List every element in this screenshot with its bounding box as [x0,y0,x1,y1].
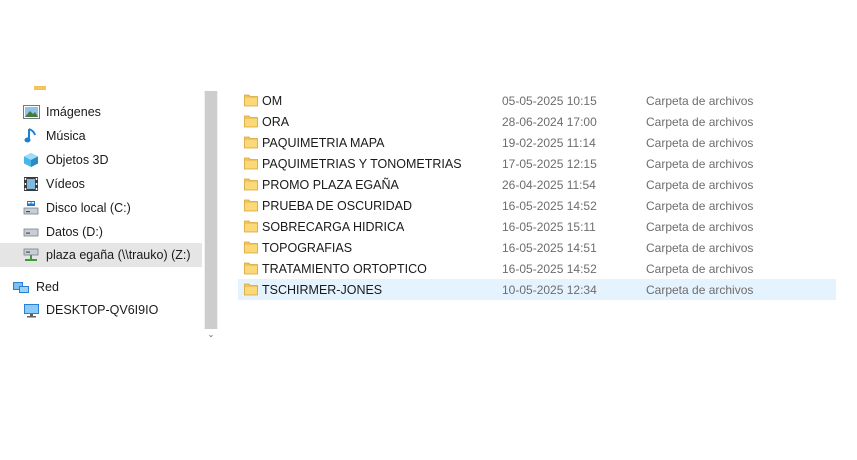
file-date: 16-05-2025 14:52 [502,198,597,213]
nav-scrollbar-thumb[interactable] [205,91,217,329]
file-row[interactable]: TRATAMIENTO ORTOPTICO 16-05-2025 14:52 C… [238,258,836,279]
navigation-pane: Imágenes Música Objetos 3D Vídeos Disco … [0,78,220,338]
nav-item-music[interactable]: Música [22,124,202,148]
nav-item-label: Datos (D:) [46,225,103,239]
music-icon [22,128,40,144]
file-type: Carpeta de archivos [646,135,754,150]
network-drive-icon [22,247,40,263]
folder-icon [244,115,258,128]
file-name: PAQUIMETRIAS Y TONOMETRIAS [262,156,462,171]
file-row[interactable]: SOBRECARGA HIDRICA 16-05-2025 15:11 Carp… [238,216,836,237]
nav-item-pictures[interactable]: Imágenes [22,100,202,124]
folder-icon [244,94,258,107]
file-type: Carpeta de archivos [646,156,754,171]
file-row[interactable]: OM 05-05-2025 10:15 Carpeta de archivos [238,90,836,111]
file-date: 16-05-2025 14:51 [502,240,597,255]
file-date: 26-04-2025 11:54 [502,177,596,192]
drive-icon [22,224,40,240]
file-date: 05-05-2025 10:15 [502,93,597,108]
file-date: 17-05-2025 12:15 [502,156,597,171]
file-date: 16-05-2025 14:52 [502,261,597,276]
file-name: TRATAMIENTO ORTOPTICO [262,261,427,276]
file-row[interactable]: PRUEBA DE OSCURIDAD 16-05-2025 14:52 Car… [238,195,836,216]
network-icon [12,279,30,295]
file-list: OM 05-05-2025 10:15 Carpeta de archivos … [238,90,836,300]
scroll-down-icon[interactable]: ⌄ [204,331,218,339]
nav-item-label: Música [46,129,86,143]
file-type: Carpeta de archivos [646,114,754,129]
file-row[interactable]: PAQUIMETRIAS Y TONOMETRIAS 17-05-2025 12… [238,153,836,174]
3d-objects-icon [22,152,40,168]
file-type: Carpeta de archivos [646,198,754,213]
folder-icon [244,283,258,296]
nav-item-label: Red [36,280,59,294]
nav-item-label: Disco local (C:) [46,201,131,215]
file-date: 19-02-2025 11:14 [502,135,596,150]
folder-icon [244,220,258,233]
file-date: 16-05-2025 15:11 [502,219,596,234]
nav-item-network[interactable]: Red [12,275,202,299]
file-type: Carpeta de archivos [646,219,754,234]
file-type: Carpeta de archivos [646,240,754,255]
file-row-selected[interactable]: TSCHIRMER-JONES 10-05-2025 12:34 Carpeta… [238,279,836,300]
folder-icon [244,136,258,149]
file-row[interactable]: PROMO PLAZA EGAÑA 26-04-2025 11:54 Carpe… [238,174,836,195]
folder-icon [244,199,258,212]
folder-icon [244,262,258,275]
local-disk-icon [22,200,40,216]
file-type: Carpeta de archivos [646,261,754,276]
nav-item-label: plaza egaña (\\trauko) (Z:) [46,248,191,262]
file-name: PRUEBA DE OSCURIDAD [262,198,413,213]
nav-item-label: DESKTOP-QV6I9IO [46,303,159,317]
file-type: Carpeta de archivos [646,93,754,108]
nav-item-label: Imágenes [46,105,101,119]
nav-item-label: Objetos 3D [46,153,109,167]
nav-item-3d-objects[interactable]: Objetos 3D [22,148,202,172]
nav-item-network-drive[interactable]: plaza egaña (\\trauko) (Z:) [0,243,202,267]
file-name: ORA [262,114,290,129]
nav-item-desktop-pc[interactable]: DESKTOP-QV6I9IO [22,298,202,322]
nav-item-videos[interactable]: Vídeos [22,172,202,196]
folder-icon [244,178,258,191]
file-name: OM [262,93,283,108]
file-name: SOBRECARGA HIDRICA [262,219,405,234]
file-date: 28-06-2024 17:00 [502,114,597,129]
computer-icon [22,302,40,318]
file-name: TSCHIRMER-JONES [262,282,383,297]
videos-icon [22,176,40,192]
file-name: PROMO PLAZA EGAÑA [262,177,399,192]
file-name: PAQUIMETRIA MAPA [262,135,385,150]
file-row[interactable]: ORA 28-06-2024 17:00 Carpeta de archivos [238,111,836,132]
file-date: 10-05-2025 12:34 [502,282,597,297]
file-type: Carpeta de archivos [646,177,754,192]
folder-icon [244,157,258,170]
folder-icon [244,241,258,254]
file-type: Carpeta de archivos [646,282,754,297]
file-name: TOPOGRAFIAS [262,240,353,255]
file-row[interactable]: TOPOGRAFIAS 16-05-2025 14:51 Carpeta de … [238,237,836,258]
file-row[interactable]: PAQUIMETRIA MAPA 19-02-2025 11:14 Carpet… [238,132,836,153]
pictures-icon [22,104,40,120]
nav-item-label: Vídeos [46,177,85,191]
nav-item-data-drive[interactable]: Datos (D:) [22,220,202,244]
nav-item-local-disk[interactable]: Disco local (C:) [22,196,202,220]
